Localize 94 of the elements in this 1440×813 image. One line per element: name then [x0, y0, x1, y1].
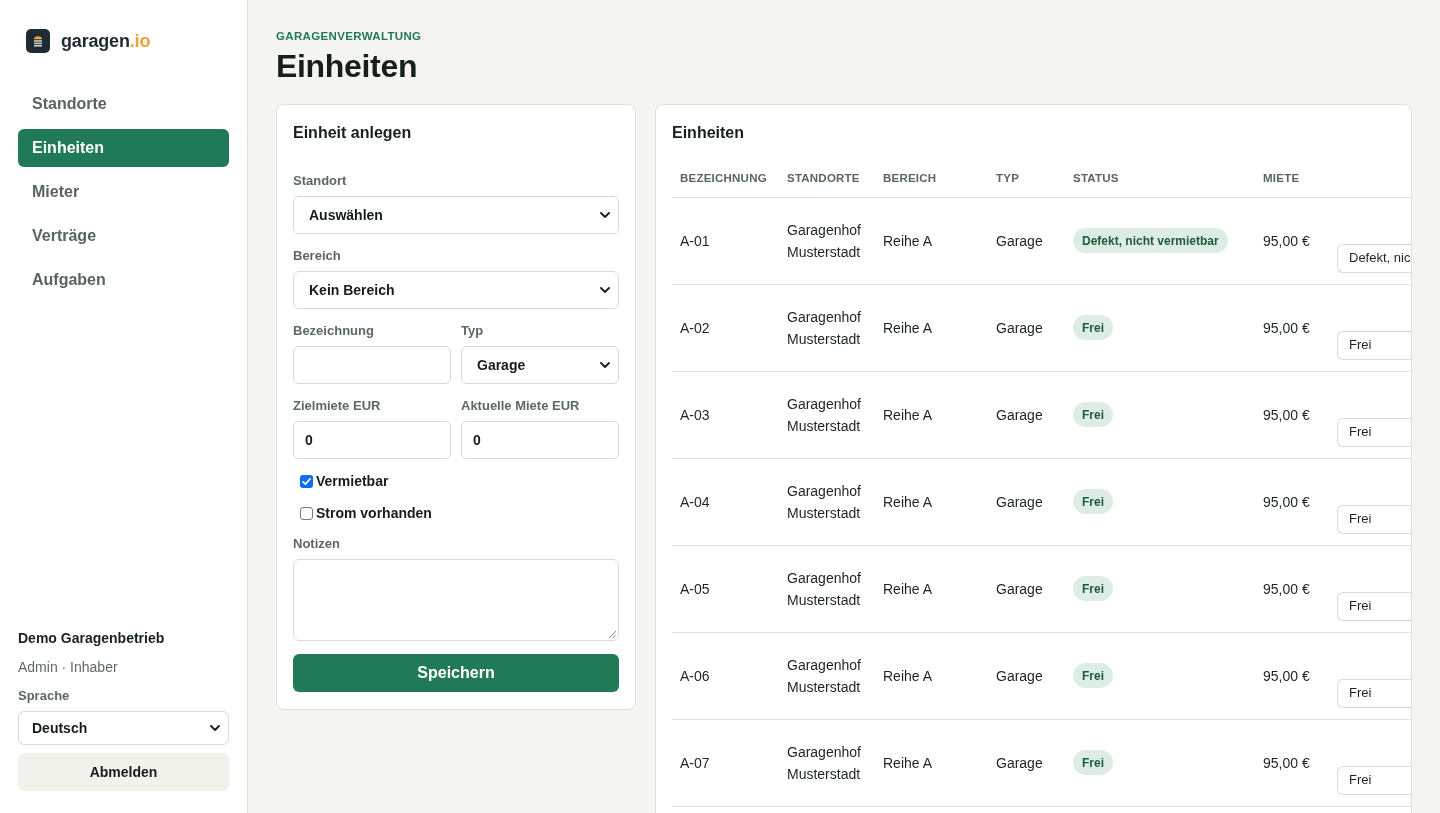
- status-select[interactable]: Frei: [1337, 765, 1411, 795]
- status-select[interactable]: Frei: [1337, 591, 1411, 621]
- table-cell: Reihe A: [883, 667, 933, 684]
- save-button[interactable]: Speichern: [293, 654, 619, 692]
- status-badge: Frei: [1073, 489, 1113, 515]
- status-badge: Defekt, nicht vermietbar: [1073, 228, 1228, 254]
- select-field[interactable]: Auswählen: [293, 196, 619, 234]
- table-cell: A-01: [680, 232, 710, 249]
- select-field[interactable]: Kein Bereich: [293, 271, 619, 309]
- table-cell: 95,00 €: [1263, 667, 1310, 684]
- table-cell-text: Garagenhof Musterstadt: [787, 568, 862, 610]
- nav-item[interactable]: Aufgaben: [18, 261, 229, 299]
- table-cell: Reihe A: [883, 319, 933, 336]
- table-cell: A-04: [680, 493, 710, 510]
- status-select[interactable]: Frei: [1337, 417, 1411, 447]
- table-cell: Garage: [996, 406, 1043, 423]
- user-role: Admin · Inhaber: [18, 658, 119, 677]
- logout-button[interactable]: Abmelden: [18, 753, 229, 791]
- table-cell: 95,00 €: [1263, 406, 1310, 423]
- field-label: Bezeichnung: [293, 322, 375, 340]
- language-label: Sprache: [18, 687, 71, 705]
- input-field[interactable]: 0: [293, 421, 451, 459]
- nav-item[interactable]: Standorte: [18, 85, 229, 123]
- table-cell: A-07: [680, 754, 710, 771]
- column-header: MIETE: [1263, 172, 1300, 185]
- card-title: Einheit anlegen: [293, 123, 413, 143]
- table-cell: Reihe A: [883, 406, 933, 423]
- status-select[interactable]: Frei: [1337, 504, 1411, 534]
- table-cell: Reihe A: [883, 580, 933, 597]
- status-badge: Frei: [1073, 315, 1113, 341]
- table-cell: Garage: [996, 667, 1043, 684]
- status-badge: Frei: [1073, 576, 1113, 602]
- table-cell: Garage: [996, 580, 1043, 597]
- status-badge: Frei: [1073, 750, 1113, 776]
- chevron-down-icon: [600, 212, 610, 218]
- table-cell-text: Garagenhof Musterstadt: [787, 481, 862, 523]
- table-cell: Reihe A: [883, 493, 933, 510]
- input-field[interactable]: 0: [461, 421, 619, 459]
- checkbox[interactable]: [300, 474, 313, 488]
- status-select[interactable]: Defekt, nic: [1337, 243, 1411, 273]
- table-cell: 95,00 €: [1263, 319, 1310, 336]
- status-badge: Frei: [1073, 663, 1113, 689]
- nav-item[interactable]: Verträge: [18, 217, 229, 255]
- table-cell: Garage: [996, 754, 1043, 771]
- column-header: BEZEICHNUNG: [680, 172, 767, 185]
- table-cell-text: Garagenhof Musterstadt: [787, 394, 862, 436]
- table-cell: A-02: [680, 319, 710, 336]
- table-cell: A-06: [680, 667, 710, 684]
- checkbox[interactable]: [300, 506, 313, 520]
- column-header: BEREICH: [883, 172, 937, 185]
- field-label: Notizen: [293, 535, 341, 553]
- table-cell: 95,00 €: [1263, 232, 1310, 249]
- table-cell: Reihe A: [883, 232, 933, 249]
- logo-icon: [26, 29, 50, 53]
- table-cell: Garage: [996, 232, 1043, 249]
- nav-item[interactable]: Einheiten: [18, 129, 229, 167]
- table-cell-text: Garagenhof Musterstadt: [787, 220, 862, 262]
- page-title: Einheiten: [276, 47, 419, 86]
- input-field[interactable]: [293, 346, 451, 384]
- column-header: STANDORTE: [787, 172, 860, 185]
- table-cell-text: Garagenhof Musterstadt: [787, 742, 862, 784]
- chevron-down-icon: [600, 287, 610, 293]
- language-select[interactable]: Deutsch: [18, 711, 229, 745]
- field-label: Standort: [293, 172, 348, 190]
- organization-name: Demo Garagenbetrieb: [18, 629, 166, 648]
- card-title: Einheiten: [672, 123, 745, 143]
- column-header: STATUS: [1073, 172, 1119, 185]
- table-cell: 95,00 €: [1263, 493, 1310, 510]
- table-cell-text: Garagenhof Musterstadt: [787, 307, 862, 349]
- nav-item[interactable]: Mieter: [18, 173, 229, 211]
- chevron-down-icon: [600, 362, 610, 368]
- table-cell: Reihe A: [883, 754, 933, 771]
- table-cell-text: Garagenhof Musterstadt: [787, 655, 862, 697]
- checkbox-label: Strom vorhanden: [316, 504, 432, 523]
- field-label: Zielmiete EUR: [293, 397, 382, 415]
- table-cell: Garage: [996, 493, 1043, 510]
- chevron-down-icon: [210, 725, 220, 731]
- field-label: Aktuelle Miete EUR: [461, 397, 581, 415]
- brand-name: garagen.io: [61, 30, 151, 53]
- table-cell: Garage: [996, 319, 1043, 336]
- page-eyebrow: GARAGENVERWALTUNG: [276, 29, 423, 43]
- table-cell: A-03: [680, 406, 710, 423]
- resize-handle-icon: [608, 630, 616, 638]
- select-field[interactable]: Garage: [461, 346, 619, 384]
- table-cell: 95,00 €: [1263, 580, 1310, 597]
- checkbox-label: Vermietbar: [316, 472, 389, 491]
- status-select[interactable]: Frei: [1337, 330, 1411, 360]
- status-select[interactable]: Frei: [1337, 678, 1411, 708]
- table-cell: 95,00 €: [1263, 754, 1310, 771]
- field-label: Typ: [461, 322, 485, 340]
- field-label: Bereich: [293, 247, 342, 265]
- column-header: TYP: [996, 172, 1020, 185]
- status-badge: Frei: [1073, 402, 1113, 428]
- table-cell: A-05: [680, 580, 710, 597]
